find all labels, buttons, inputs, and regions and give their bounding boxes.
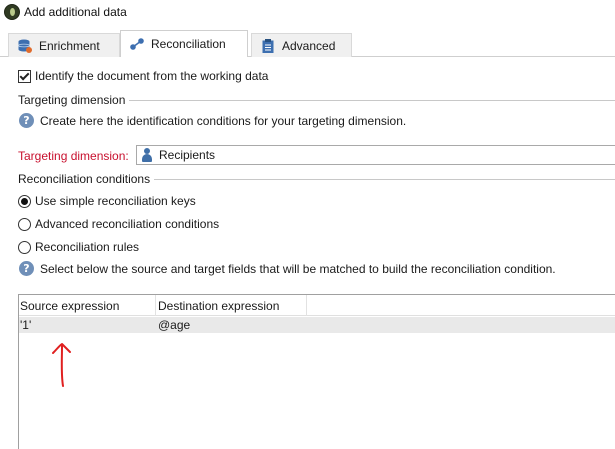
targeting-dimension-section: Targeting dimension	[18, 93, 615, 107]
reconciliation-conditions-section: Reconciliation conditions	[18, 172, 615, 186]
reconciliation-keys-grid[interactable]: Source expression Destination expression…	[18, 294, 615, 449]
database-icon	[17, 38, 33, 54]
table-row[interactable]: '1' @age	[19, 317, 615, 333]
identify-document-checkbox[interactable]	[18, 69, 31, 83]
tab-reconciliation[interactable]: Reconciliation	[120, 30, 248, 57]
window-title: Add additional data	[24, 5, 127, 19]
targeting-dimension-value: Recipients	[159, 148, 216, 162]
option-label: Use simple reconciliation keys	[35, 194, 196, 208]
reconciliation-help: ? Select below the source and target fie…	[19, 261, 556, 276]
advanced-conditions-option[interactable]: Advanced reconciliation conditions	[18, 217, 219, 231]
tab-label: Enrichment	[39, 38, 100, 53]
advanced-conditions-radio[interactable]	[18, 217, 31, 231]
reconciliation-rules-radio[interactable]	[18, 240, 31, 254]
section-title: Reconciliation conditions	[18, 172, 151, 186]
option-label: Reconciliation rules	[35, 240, 140, 254]
reconciliation-rules-option[interactable]: Reconciliation rules	[18, 240, 139, 254]
simple-keys-option[interactable]: Use simple reconciliation keys	[18, 194, 196, 208]
link-nodes-icon	[129, 36, 145, 52]
targeting-dimension-field[interactable]: Recipients	[136, 145, 615, 165]
help-text: Select below the source and target field…	[40, 261, 556, 276]
section-divider	[129, 99, 615, 101]
source-expression-cell[interactable]: '1'	[19, 317, 156, 333]
app-logo-icon	[4, 4, 20, 20]
section-divider	[154, 178, 615, 180]
clipboard-icon	[260, 38, 276, 54]
option-label: Advanced reconciliation conditions	[35, 217, 220, 231]
tab-label: Reconciliation	[151, 37, 226, 51]
identify-document-option[interactable]: Identify the document from the working d…	[18, 69, 268, 83]
annotation-arrow-icon	[52, 343, 71, 387]
targeting-dimension-label: Targeting dimension:	[18, 149, 129, 163]
help-icon: ?	[19, 113, 34, 128]
column-header-source[interactable]: Source expression	[19, 295, 156, 316]
title-bar: Add additional data	[0, 0, 615, 26]
targeting-help: ? Create here the identification conditi…	[19, 113, 406, 128]
destination-expression-cell[interactable]: @age	[156, 317, 307, 333]
tab-label: Advanced	[282, 38, 336, 53]
column-header-destination[interactable]: Destination expression	[156, 295, 307, 316]
recipient-icon	[141, 148, 153, 162]
help-icon: ?	[19, 261, 34, 276]
section-title: Targeting dimension	[18, 93, 126, 107]
grid-header: Source expression Destination expression	[19, 295, 615, 316]
tab-advanced[interactable]: Advanced	[251, 33, 352, 57]
identify-document-label: Identify the document from the working d…	[35, 69, 269, 83]
help-text: Create here the identification condition…	[40, 113, 407, 128]
simple-keys-radio[interactable]	[18, 194, 31, 208]
tab-enrichment[interactable]: Enrichment	[8, 33, 120, 57]
